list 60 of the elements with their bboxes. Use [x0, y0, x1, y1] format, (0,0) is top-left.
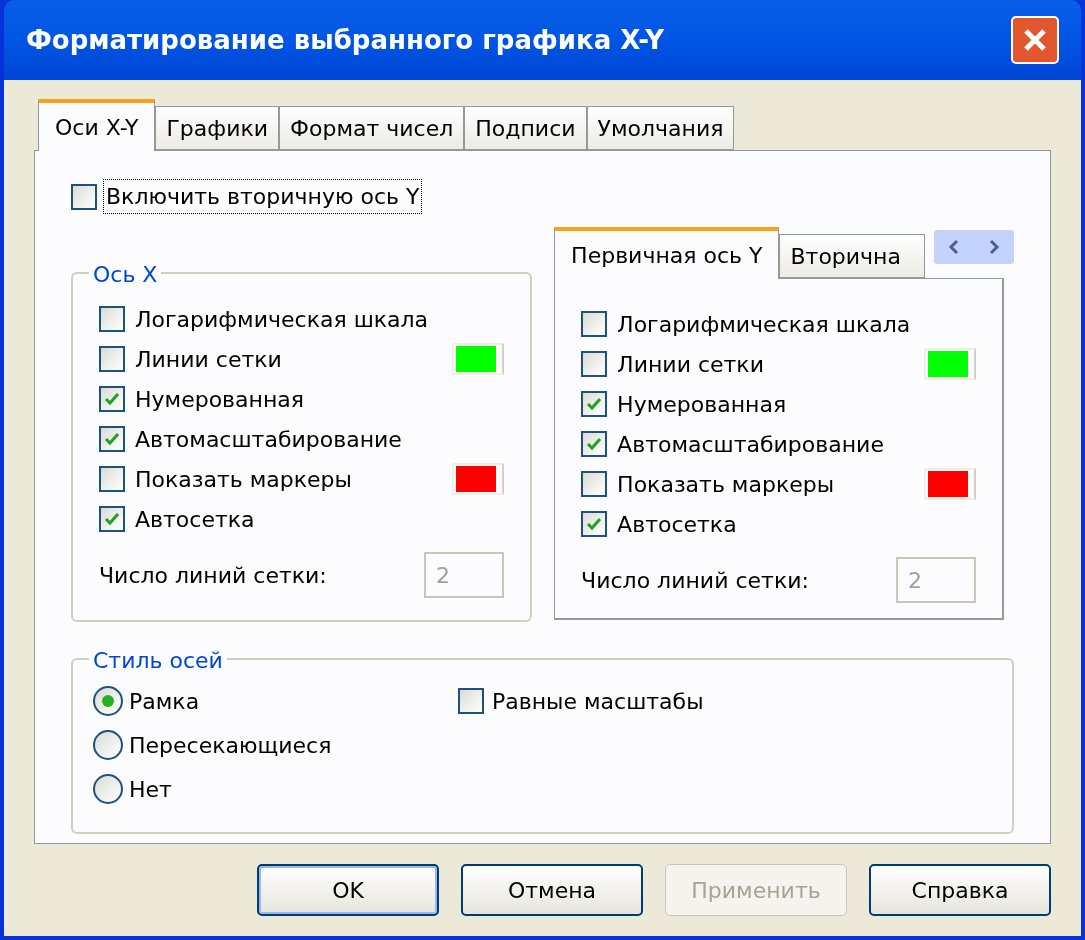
checkbox[interactable]: [581, 311, 608, 337]
checkbox[interactable]: [99, 466, 125, 492]
checkbox[interactable]: [581, 351, 608, 377]
checkbox-label: Линии сетки: [617, 350, 764, 379]
tab[interactable]: Вторична: [779, 234, 926, 278]
dialog-button[interactable]: Отмена: [461, 864, 643, 916]
radio-label: Нет: [129, 775, 172, 804]
checkmark-icon: [104, 391, 120, 407]
tab-scroll-buttons[interactable]: [934, 230, 1014, 264]
radio-button[interactable]: [93, 774, 123, 804]
checkmark-icon: [586, 516, 603, 532]
tab[interactable]: Первичная ось Y: [554, 227, 780, 279]
checkbox-label: Логарифмическая шкала: [135, 305, 429, 334]
radio-button[interactable]: [93, 686, 123, 716]
checkbox[interactable]: [99, 426, 125, 452]
checkbox[interactable]: [71, 183, 97, 210]
tab[interactable]: Умолчания: [586, 106, 735, 150]
color-swatch[interactable]: [924, 468, 976, 500]
checkbox-label: Автомасштабирование: [135, 425, 402, 454]
checkbox[interactable]: [581, 511, 608, 537]
dialog-button[interactable]: OK: [257, 864, 439, 916]
radio-label: Рамка: [129, 687, 200, 716]
checkbox-label: Автосетка: [617, 510, 737, 539]
checkbox-label: Линии сетки: [135, 345, 282, 374]
checkbox-label: Автомасштабирование: [617, 430, 884, 459]
color-swatch[interactable]: [452, 463, 505, 495]
checkbox-label: Нумерованная: [617, 390, 787, 419]
checkbox-label: Автосетка: [135, 505, 255, 534]
checkmark-icon: [586, 396, 603, 412]
field-label: Число линий сетки:: [99, 561, 327, 590]
checkmark-icon: [104, 511, 120, 527]
checkbox-label: Логарифмическая шкала: [617, 310, 911, 339]
tab[interactable]: Графики: [155, 106, 279, 150]
checkbox-label: Равные масштабы: [492, 687, 704, 716]
color-swatch[interactable]: [924, 348, 976, 380]
checkbox[interactable]: [581, 431, 608, 457]
radio-button[interactable]: [93, 730, 123, 760]
checkbox[interactable]: [99, 386, 125, 412]
tab[interactable]: Подписи: [464, 106, 587, 150]
checkmark-icon: [586, 436, 603, 452]
checkmark-icon: [104, 431, 120, 447]
field-label: Число линий сетки:: [581, 566, 809, 595]
checkbox-label: Включить вторичную ось Y: [103, 179, 423, 214]
tab[interactable]: Оси X-Y: [38, 99, 156, 151]
checkbox[interactable]: [458, 688, 484, 714]
checkbox[interactable]: [99, 506, 125, 532]
checkbox-label: Показать маркеры: [135, 465, 352, 494]
checkbox[interactable]: [99, 306, 125, 332]
close-button[interactable]: [1011, 16, 1059, 64]
radio-label: Пересекающиеся: [129, 731, 332, 760]
color-swatch[interactable]: [452, 343, 505, 375]
checkbox[interactable]: [581, 391, 608, 417]
checkbox-label: Нумерованная: [135, 385, 305, 414]
window-title: Форматирование выбранного графика X-Y: [26, 23, 664, 57]
tab[interactable]: Формат чисел: [279, 106, 465, 150]
checkbox[interactable]: [581, 471, 608, 497]
checkbox-label: Показать маркеры: [617, 470, 835, 499]
dialog-button[interactable]: Справка: [869, 864, 1051, 916]
checkbox[interactable]: [99, 346, 125, 372]
close-icon: [1022, 27, 1048, 53]
